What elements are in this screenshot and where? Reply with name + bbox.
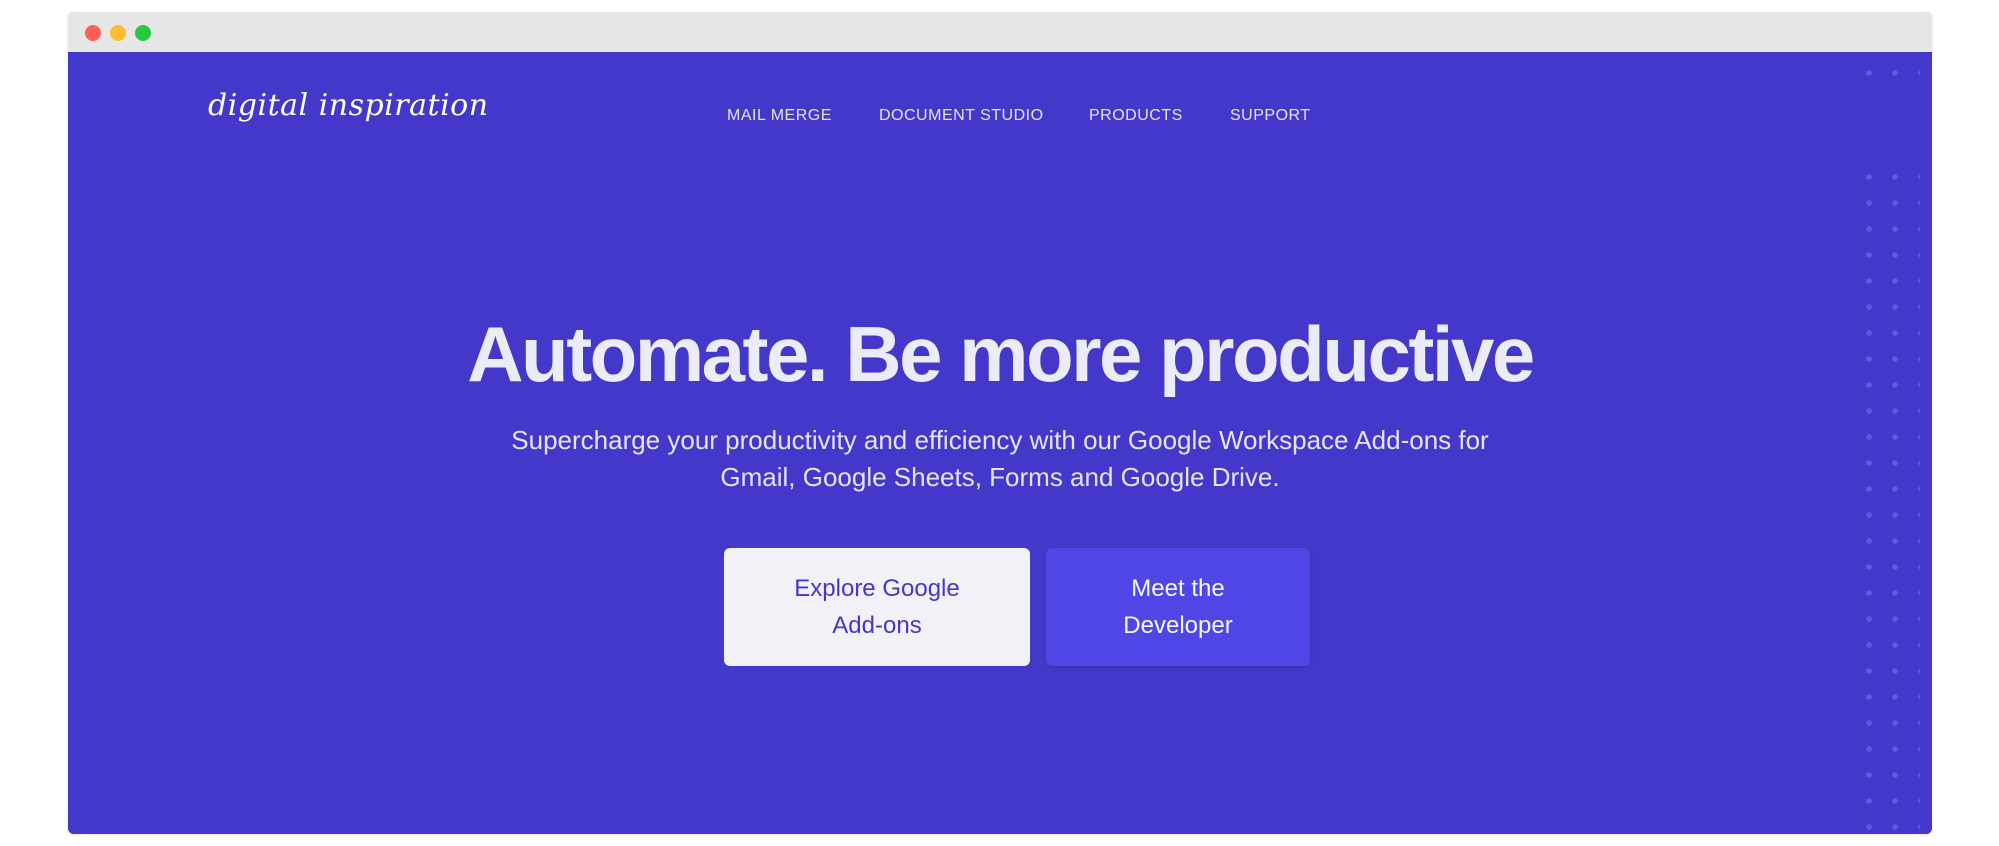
window-titlebar xyxy=(68,12,1932,52)
hero-subhead: Supercharge your productivity and effici… xyxy=(511,425,1489,492)
nav-item-mail-merge[interactable]: MAIL MERGE xyxy=(727,107,832,125)
hero-section: digital inspiration MAIL MERGE DOCUMENT … xyxy=(68,52,1932,834)
main-navigation: MAIL MERGE DOCUMENT STUDIO PRODUCTS SUPP… xyxy=(68,107,1932,131)
explore-addons-button[interactable]: Explore Google Add-ons xyxy=(724,548,1030,666)
dot-pattern-decoration xyxy=(1856,52,1920,832)
nav-item-document-studio[interactable]: DOCUMENT STUDIO xyxy=(879,107,1044,125)
meet-developer-button[interactable]: Meet the Developer xyxy=(1046,548,1310,666)
nav-item-products[interactable]: PRODUCTS xyxy=(1089,107,1183,125)
hero-headline: Automate. Be more productive xyxy=(467,310,1535,398)
maximize-window-button[interactable] xyxy=(135,25,151,41)
nav-item-support[interactable]: SUPPORT xyxy=(1230,107,1311,125)
browser-window: digital inspiration MAIL MERGE DOCUMENT … xyxy=(68,12,1932,834)
minimize-window-button[interactable] xyxy=(110,25,126,41)
close-window-button[interactable] xyxy=(85,25,101,41)
